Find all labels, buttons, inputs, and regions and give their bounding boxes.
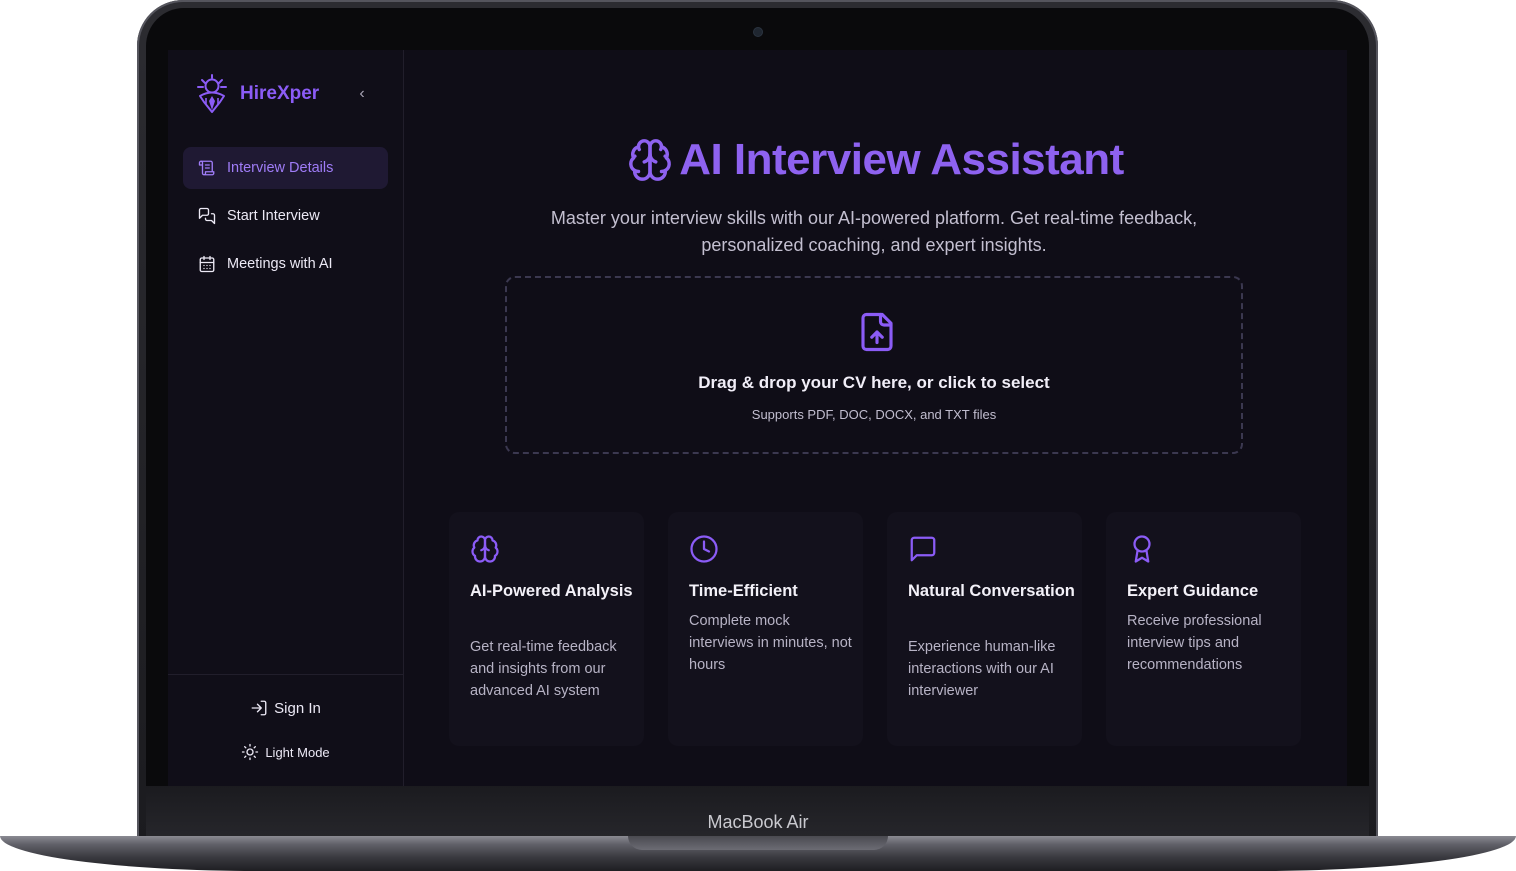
cv-dropzone[interactable]: Drag & drop your CV here, or click to se… [505,276,1243,454]
award-icon [1133,535,1151,563]
sign-in-label: Sign In [274,699,321,717]
brain-icon [629,139,672,181]
main-content: AI Interview Assistant Master your inter… [404,50,1347,786]
device-label: MacBook Air [707,812,809,832]
scroll-icon [198,160,215,176]
laptop-notch [628,836,888,850]
feature-title: Natural Conversation [908,582,1075,600]
feature-card-expert-guidance: Expert Guidance Receive professional int… [1106,512,1301,746]
sidebar-footer: Sign In Light Mode [168,674,403,786]
light-mode-toggle[interactable]: Light Mode [168,743,403,761]
sidebar-item-start-interview[interactable]: Start Interview [183,195,388,237]
sidebar-item-label: Start Interview [227,208,320,224]
collapse-sidebar-button[interactable]: ‹ [354,86,370,102]
feature-title: AI-Powered Analysis [470,582,633,600]
sidebar-item-interview-details[interactable]: Interview Details [183,147,388,189]
hero-title: AI Interview Assistant [404,132,1347,188]
sidebar: HireXper ‹ Interview Details Start Inter… [168,50,404,786]
calendar-icon [199,255,215,273]
brain-icon [471,535,499,563]
feature-description: Receive professional interview tips and … [1127,613,1262,673]
logo-icon [197,74,227,113]
chat-bubbles-icon [198,207,216,225]
feature-description: Experience human-like interactions with … [908,639,1056,699]
feature-card-time-efficient: Time-Efficient Complete mock interviews … [668,512,863,746]
sidebar-item-label: Interview Details [227,160,334,176]
feature-description: Complete mock interviews in minutes, not… [689,613,852,673]
clock-icon [690,535,718,563]
sign-in-button[interactable]: Sign In [168,699,403,717]
sidebar-item-label: Meetings with AI [227,256,333,272]
sidebar-item-meetings-with-ai[interactable]: Meetings with AI [183,243,388,285]
dropzone-hint: Supports PDF, DOC, DOCX, and TXT files [751,407,997,422]
feature-card-natural-conversation: Natural Conversation Experience human-li… [887,512,1082,746]
file-upload-icon [861,312,893,352]
feature-card-ai-analysis: AI-Powered Analysis Get real-time feedba… [449,512,644,746]
page-subtitle: Master your interview skills with our AI… [550,208,1198,255]
dropzone-title: Drag & drop your CV here, or click to se… [698,373,1050,392]
brand-name: HireXper [240,83,320,104]
page-title: AI Interview Assistant [679,135,1124,184]
light-mode-label: Light Mode [265,744,330,760]
feature-title: Time-Efficient [689,582,798,600]
sidebar-nav: Interview Details Start Interview Meetin… [183,147,388,291]
brand[interactable]: HireXper [194,74,319,114]
log-in-icon [251,700,267,716]
feature-title: Expert Guidance [1127,582,1259,600]
app-screen: HireXper ‹ Interview Details Start Inter… [168,50,1347,786]
sun-icon [242,743,259,761]
message-square-icon [910,536,936,562]
feature-description: Get real-time feedback and insights from… [470,639,617,699]
camera-icon [754,28,762,36]
